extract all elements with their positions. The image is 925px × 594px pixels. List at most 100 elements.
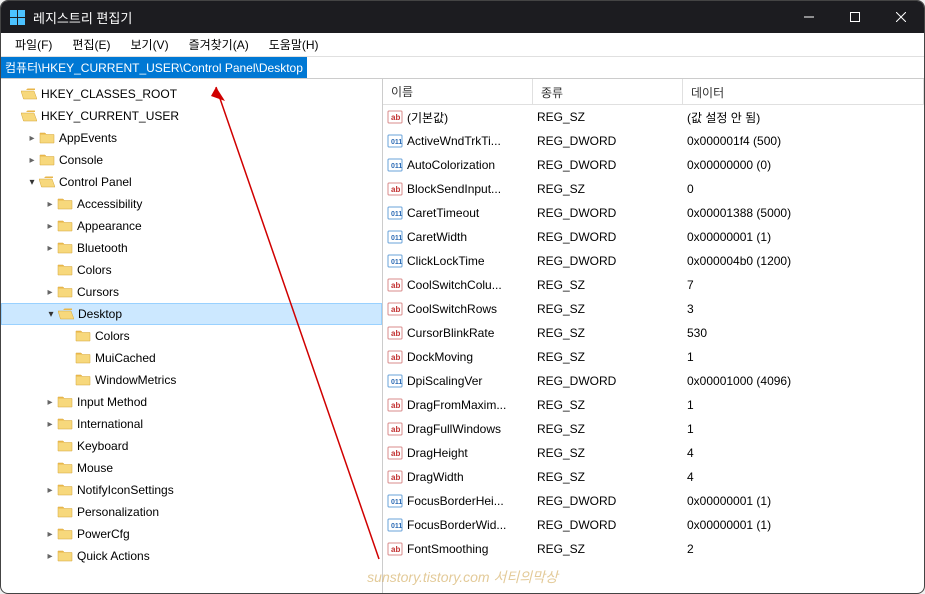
tree-node[interactable]: ▾Control Panel [1, 171, 382, 193]
tree-pane[interactable]: ▸HKEY_CLASSES_ROOT▸HKEY_CURRENT_USER▸App… [1, 79, 383, 593]
tree-node[interactable]: ▾Desktop [1, 303, 382, 325]
tree-node[interactable]: ▸MuiCached [1, 347, 382, 369]
list-pane[interactable]: 이름 종류 데이터 ab(기본값)REG_SZ(값 설정 안 됨)011Acti… [383, 79, 924, 593]
tree-node[interactable]: ▸Personalization [1, 501, 382, 523]
cell-type: REG_DWORD [537, 206, 687, 220]
list-row[interactable]: abBlockSendInput...REG_SZ0 [383, 177, 924, 201]
cell-data: 1 [687, 398, 924, 412]
tree-node[interactable]: ▸Colors [1, 325, 382, 347]
cell-name: abDockMoving [387, 349, 537, 365]
list-row[interactable]: 011CaretWidthREG_DWORD0x00000001 (1) [383, 225, 924, 249]
close-button[interactable] [878, 1, 924, 33]
list-row[interactable]: abCoolSwitchRowsREG_SZ3 [383, 297, 924, 321]
menu-help[interactable]: 도움말(H) [259, 33, 329, 56]
list-row[interactable]: abCoolSwitchColu...REG_SZ7 [383, 273, 924, 297]
chevron-right-icon[interactable]: ▸ [43, 197, 57, 211]
tree-label: PowerCfg [77, 527, 130, 541]
chevron-right-icon[interactable]: ▸ [43, 241, 57, 255]
svg-text:ab: ab [391, 545, 400, 554]
menu-view[interactable]: 보기(V) [120, 33, 178, 56]
list-row[interactable]: abFontSmoothingREG_SZ2 [383, 537, 924, 561]
menu-favorites[interactable]: 즐겨찾기(A) [179, 33, 259, 56]
cell-type: REG_DWORD [537, 518, 687, 532]
tree-node[interactable]: ▸Keyboard [1, 435, 382, 457]
tree-node[interactable]: ▸NotifyIconSettings [1, 479, 382, 501]
chevron-right-icon[interactable]: ▸ [43, 285, 57, 299]
tree-label: AppEvents [59, 131, 117, 145]
tree-label: Accessibility [77, 197, 142, 211]
tree-node[interactable]: ▸Quick Actions [1, 545, 382, 567]
header-data[interactable]: 데이터 [683, 79, 924, 104]
cell-data: 3 [687, 302, 924, 316]
address-bar[interactable]: 컴퓨터\HKEY_CURRENT_USER\Control Panel\Desk… [1, 57, 924, 79]
chevron-right-icon[interactable]: ▸ [43, 395, 57, 409]
cell-name: abDragWidth [387, 469, 537, 485]
value-name: (기본값) [407, 109, 448, 126]
tree-node[interactable]: ▸HKEY_CURRENT_USER [1, 105, 382, 127]
value-type-icon: 011 [387, 373, 403, 389]
cell-type: REG_SZ [537, 302, 687, 316]
tree-node[interactable]: ▸ PowerCfg [1, 523, 382, 545]
window-controls [786, 1, 924, 33]
tree-node[interactable]: ▸International [1, 413, 382, 435]
titlebar[interactable]: 레지스트리 편집기 [1, 1, 924, 33]
svg-text:011: 011 [391, 211, 402, 218]
chevron-right-icon[interactable]: ▸ [43, 417, 57, 431]
menu-file[interactable]: 파일(F) [5, 33, 62, 56]
address-path[interactable]: 컴퓨터\HKEY_CURRENT_USER\Control Panel\Desk… [1, 57, 307, 78]
tree-node[interactable]: ▸Bluetooth [1, 237, 382, 259]
list-row[interactable]: abDragFromMaxim...REG_SZ1 [383, 393, 924, 417]
list-row[interactable]: 011ActiveWndTrkTi...REG_DWORD0x000001f4 … [383, 129, 924, 153]
tree-node[interactable]: ▸Input Method [1, 391, 382, 413]
cell-type: REG_SZ [537, 350, 687, 364]
chevron-down-icon[interactable]: ▾ [44, 307, 58, 321]
chevron-right-icon[interactable]: ▸ [43, 219, 57, 233]
value-type-icon: ab [387, 181, 403, 197]
list-row[interactable]: abDragFullWindowsREG_SZ1 [383, 417, 924, 441]
app-icon [9, 9, 25, 25]
list-row[interactable]: 011ClickLockTimeREG_DWORD0x000004b0 (120… [383, 249, 924, 273]
header-name[interactable]: 이름 [383, 79, 533, 104]
list-row[interactable]: abDragHeightREG_SZ4 [383, 441, 924, 465]
list-row[interactable]: abDragWidthREG_SZ4 [383, 465, 924, 489]
list-row[interactable]: 011DpiScalingVerREG_DWORD0x00001000 (409… [383, 369, 924, 393]
folder-icon [57, 483, 73, 497]
folder-icon [57, 285, 73, 299]
tree-node[interactable]: ▸Mouse [1, 457, 382, 479]
list-row[interactable]: 011CaretTimeoutREG_DWORD0x00001388 (5000… [383, 201, 924, 225]
minimize-button[interactable] [786, 1, 832, 33]
list-row[interactable]: abDockMovingREG_SZ1 [383, 345, 924, 369]
list-row[interactable]: 011FocusBorderWid...REG_DWORD0x00000001 … [383, 513, 924, 537]
chevron-right-icon[interactable]: ▸ [43, 483, 57, 497]
tree-node[interactable]: ▸Console [1, 149, 382, 171]
header-type[interactable]: 종류 [533, 79, 683, 104]
chevron-right-icon[interactable]: ▸ [25, 131, 39, 145]
svg-text:011: 011 [391, 379, 402, 386]
tree-node[interactable]: ▸ Appearance [1, 215, 382, 237]
value-type-icon: ab [387, 469, 403, 485]
svg-text:ab: ab [391, 305, 400, 314]
tree-node[interactable]: ▸HKEY_CLASSES_ROOT [1, 83, 382, 105]
tree-node[interactable]: ▸ Accessibility [1, 193, 382, 215]
tree-node[interactable]: ▸Colors [1, 259, 382, 281]
cell-name: 011CaretWidth [387, 229, 537, 245]
maximize-button[interactable] [832, 1, 878, 33]
tree-label: HKEY_CLASSES_ROOT [41, 87, 177, 101]
value-name: BlockSendInput... [407, 182, 501, 196]
menu-edit[interactable]: 편집(E) [62, 33, 120, 56]
tree-node[interactable]: ▸WindowMetrics [1, 369, 382, 391]
window-title: 레지스트리 편집기 [33, 8, 786, 27]
list-row[interactable]: 011FocusBorderHei...REG_DWORD0x00000001 … [383, 489, 924, 513]
chevron-right-icon[interactable]: ▸ [25, 153, 39, 167]
list-row[interactable]: abCursorBlinkRateREG_SZ530 [383, 321, 924, 345]
tree-node[interactable]: ▸ AppEvents [1, 127, 382, 149]
tree-label: Appearance [77, 219, 142, 233]
tree-node[interactable]: ▸Cursors [1, 281, 382, 303]
list-row[interactable]: ab(기본값)REG_SZ(값 설정 안 됨) [383, 105, 924, 129]
chevron-down-icon[interactable]: ▾ [25, 175, 39, 189]
chevron-right-icon[interactable]: ▸ [43, 527, 57, 541]
tree-label: Personalization [77, 505, 159, 519]
list-row[interactable]: 011AutoColorizationREG_DWORD0x00000000 (… [383, 153, 924, 177]
chevron-right-icon[interactable]: ▸ [43, 549, 57, 563]
cell-data: 2 [687, 542, 924, 556]
